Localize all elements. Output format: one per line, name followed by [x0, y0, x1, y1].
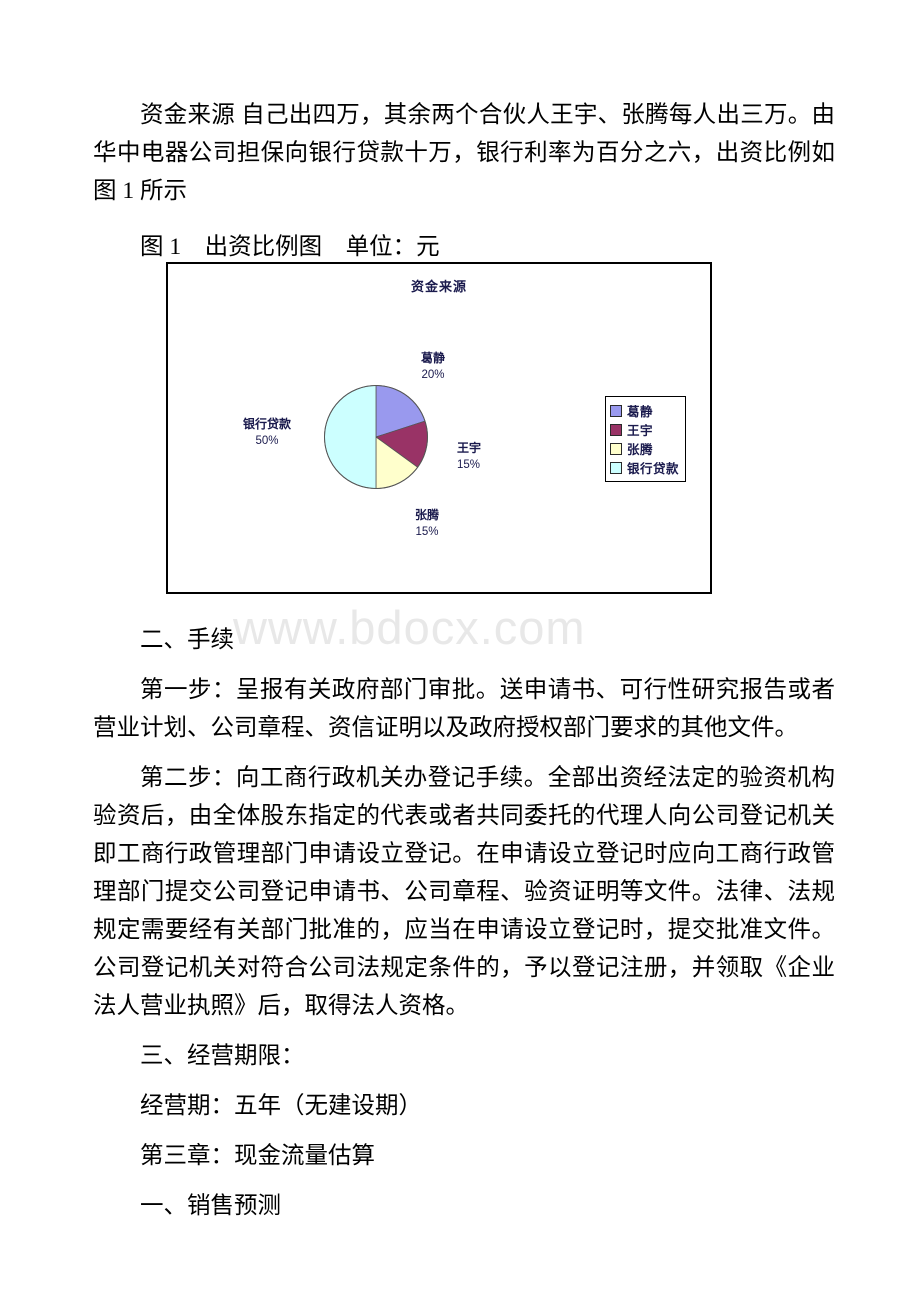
document-body: 资金来源 自己出四万，其余两个合伙人王宇、张腾每人出三万。由华中电器公司担保向银…: [93, 96, 835, 1225]
paragraph-step-one: 第一步：呈报有关政府部门审批。送申请书、可行性研究报告或者营业计划、公司章程、资…: [93, 677, 835, 741]
heading-chapter-three: 第三章：现金流量估算: [140, 1143, 375, 1169]
paragraph-funding-source: 资金来源 自己出四万，其余两个合伙人王宇、张腾每人出三万。由华中电器公司担保向银…: [93, 102, 835, 204]
heading-procedures: 二、手续: [140, 627, 234, 653]
heading-sales-forecast: 一、销售预测: [140, 1193, 281, 1219]
figure-spacer: [93, 266, 835, 621]
figure-caption: 图 1 出资比例图 单位：元: [140, 234, 440, 260]
heading-operating-term: 三、经营期限：: [140, 1043, 305, 1069]
document-page: www.bdocx.com 资金来源 自己出四万，其余两个合伙人王宇、张腾每人出…: [0, 0, 920, 1302]
paragraph-term-value: 经营期：五年（无建设期）: [140, 1093, 422, 1119]
paragraph-step-two: 第二步：向工商行政机关办登记手续。全部出资经法定的验资机构验资后，由全体股东指定…: [93, 765, 835, 1019]
